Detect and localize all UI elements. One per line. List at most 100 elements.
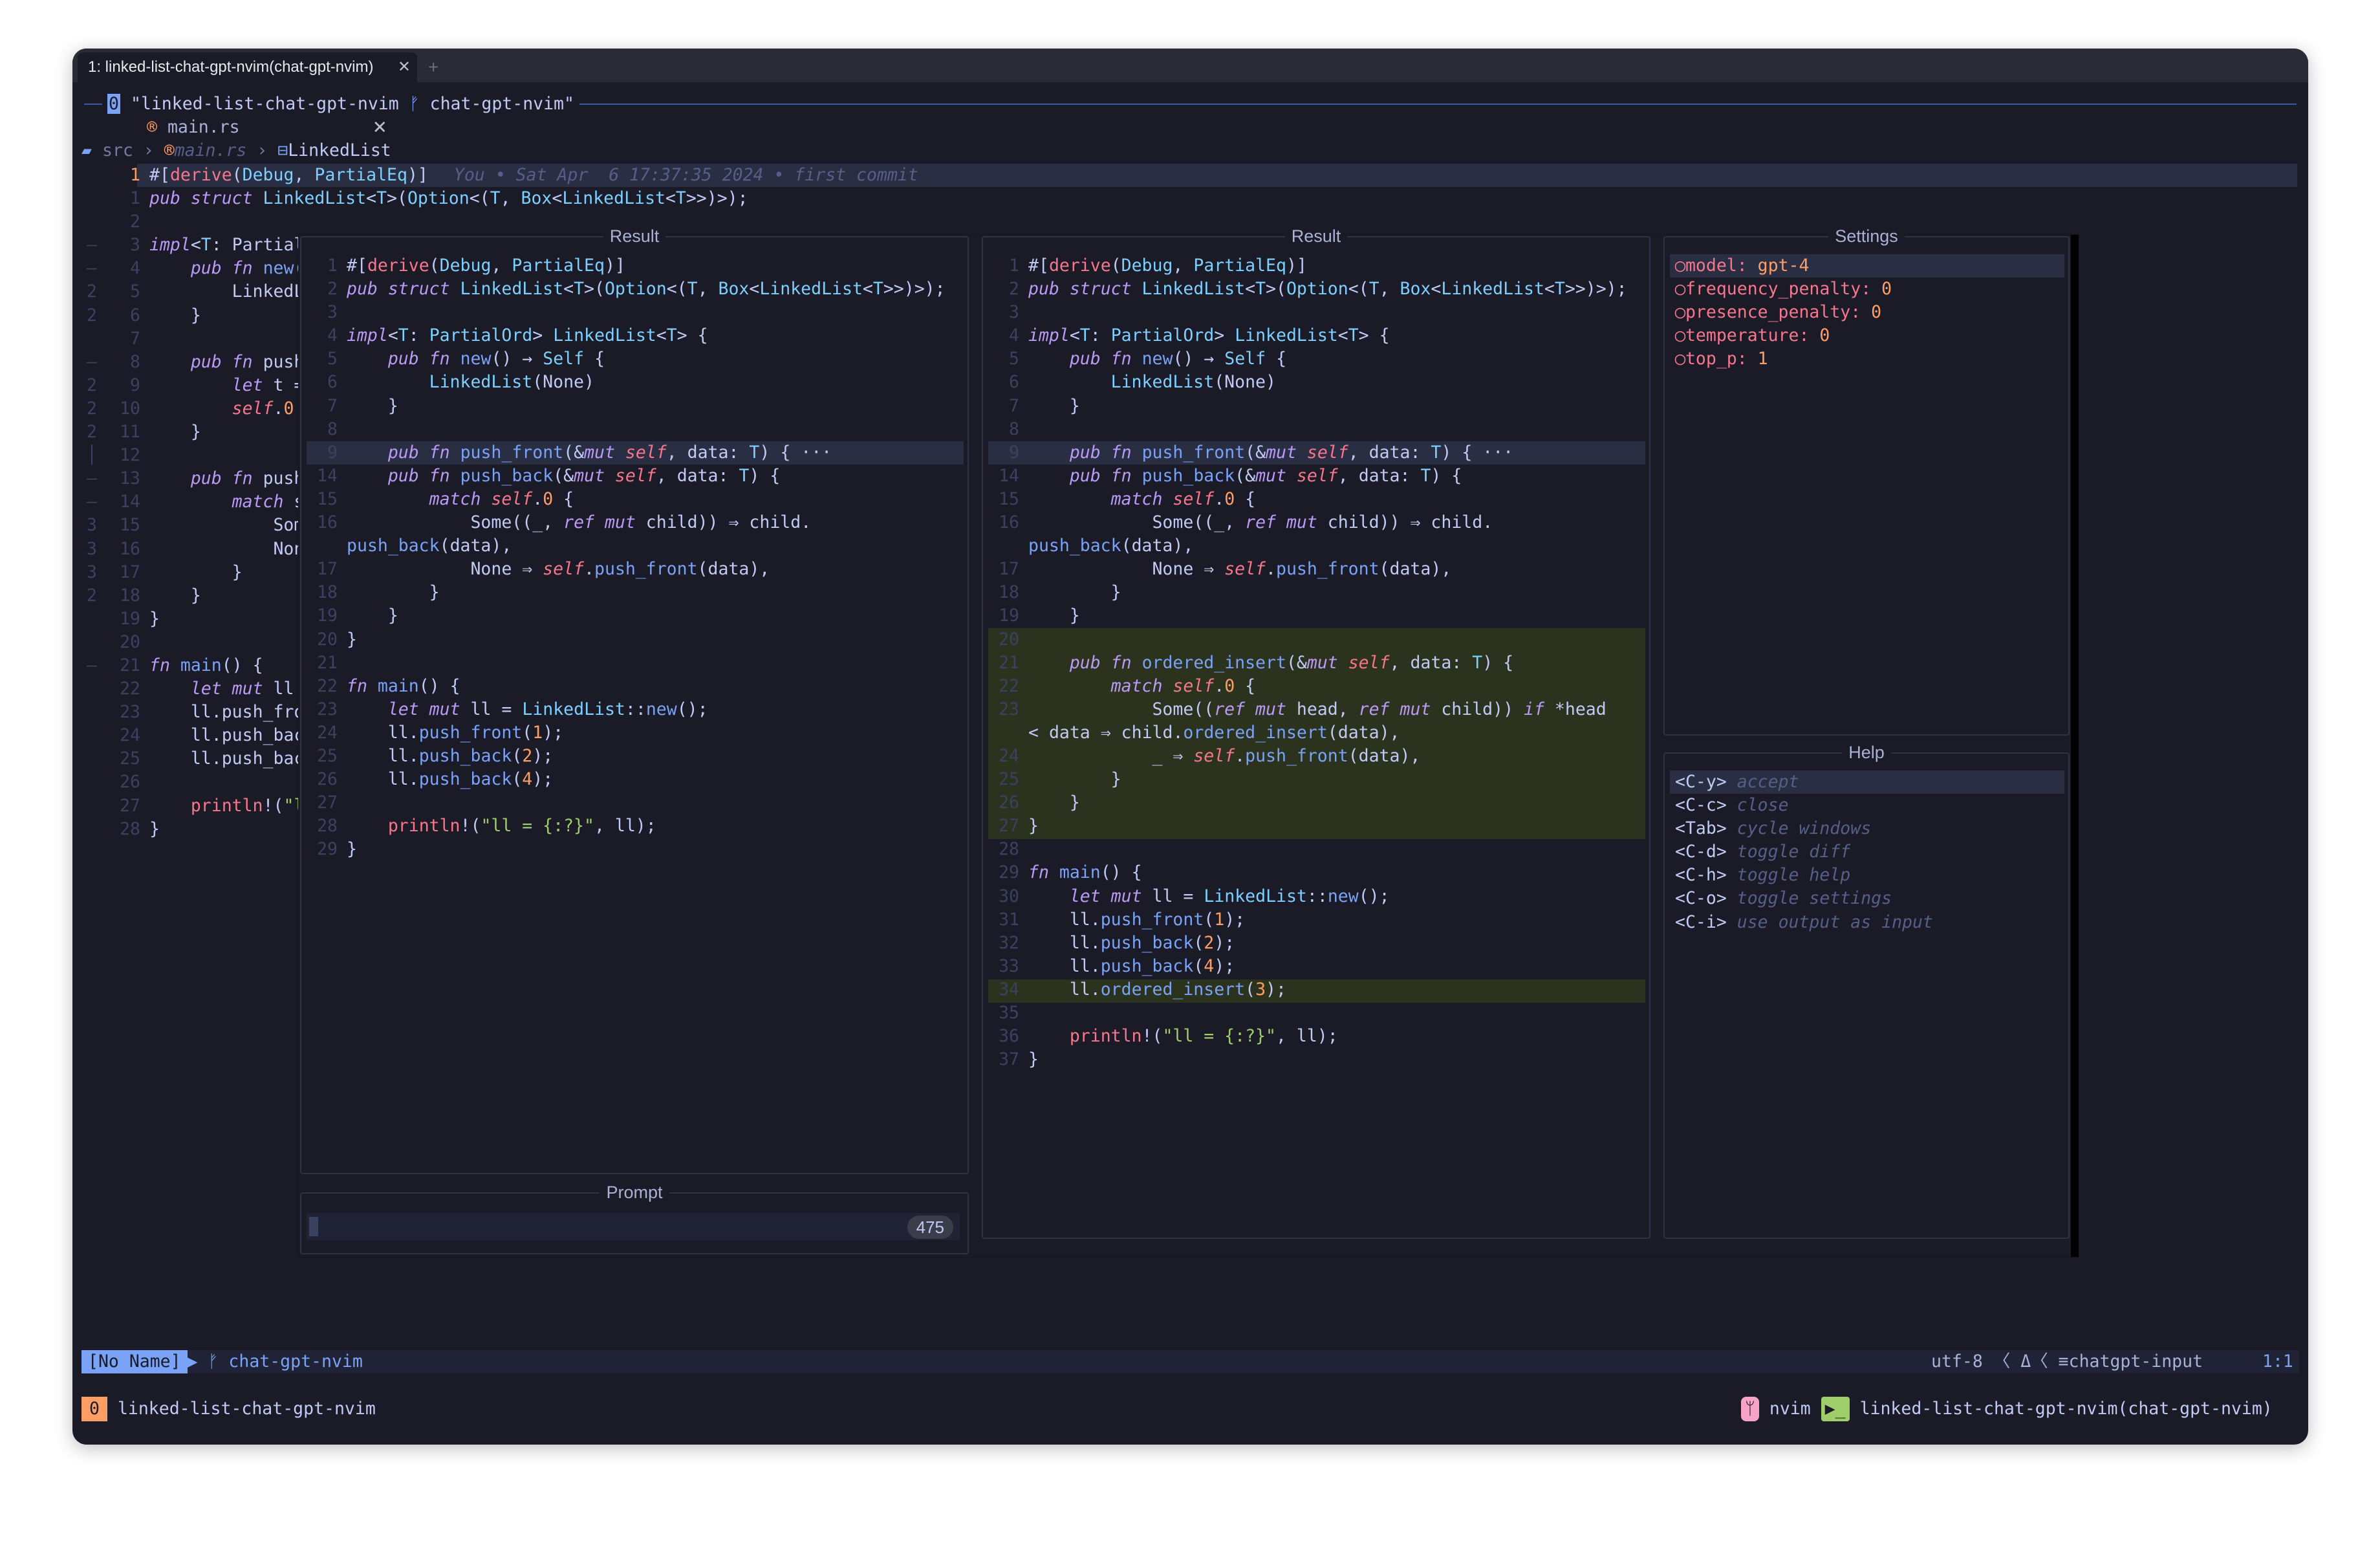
settings-item[interactable]: ◯frequency_penalty: 0 bbox=[1675, 278, 1892, 301]
code-line: 21 pub fn ordered_insert(&mut self, data… bbox=[999, 652, 1514, 673]
code-line: 22 match self.0 { bbox=[999, 675, 1256, 696]
radio-icon: ◯ bbox=[1675, 279, 1685, 300]
result-left-title: Result bbox=[603, 226, 666, 246]
breadcrumb-file[interactable]: main.rs bbox=[175, 140, 247, 160]
code-line: 14 pub fn push_back(&mut self, data: T) … bbox=[317, 465, 781, 486]
tmux-status-session: linked-list-chat-gpt-nvim bbox=[117, 1399, 376, 1419]
close-buffer-icon[interactable]: ✕ bbox=[373, 115, 386, 138]
tmux-branch-name: chat-gpt-nvim" bbox=[429, 94, 574, 114]
linux-icon: Δ bbox=[2020, 1351, 2031, 1372]
code-line: 7 } bbox=[327, 395, 398, 416]
settings-item[interactable]: ◯model: gpt-4 bbox=[1675, 254, 1892, 278]
code-line: 36 println!("ll = {:?}", ll); bbox=[999, 1026, 1338, 1047]
terminal-tab[interactable]: 1: linked-list-chat-gpt-nvim(chat-gpt-nv… bbox=[78, 52, 417, 82]
code-line: 28 println!("ll = {:?}", ll); bbox=[317, 816, 656, 836]
git-blame-text: You • Sat Apr 6 17:37:35 2024 • first co… bbox=[453, 165, 918, 185]
separator-icon: 〈 bbox=[1993, 1351, 2011, 1372]
settings-item[interactable]: ◯presence_penalty: 0 bbox=[1675, 301, 1892, 324]
code-line: 14 pub fn push_back(&mut self, data: T) … bbox=[999, 465, 1462, 486]
code-line: 27 bbox=[317, 792, 338, 813]
code-line: 25 } bbox=[999, 769, 1121, 790]
tmux-window-number: 0 bbox=[107, 94, 120, 114]
code-line: 24 _ ⇒ self.push_front(data), bbox=[999, 745, 1421, 766]
buffer-tab[interactable]: ® main.rs ✕ bbox=[147, 115, 386, 139]
code-line: 15 match self.0 { bbox=[317, 488, 574, 509]
code-line: 31 ll.push_front(1); bbox=[999, 909, 1246, 930]
terminal-icon: ▶_ bbox=[1821, 1397, 1850, 1421]
help-list: <C-y> accept <C-c> close <Tab> cycle windo… bbox=[1675, 770, 1933, 934]
popup-scrollbar[interactable] bbox=[2071, 235, 2079, 1257]
code-line: 1 #[derive(Debug, PartialEq)] bbox=[327, 256, 625, 276]
prompt-pane[interactable]: Prompt 475 bbox=[300, 1183, 969, 1254]
radio-icon: ◯ bbox=[1675, 302, 1685, 323]
code-line: 4 impl<T: PartialOrd> LinkedList<T> { bbox=[327, 325, 708, 346]
breadcrumb-symbol[interactable]: LinkedList bbox=[288, 140, 391, 160]
result-right-code: 1 #[derive(Debug, PartialEq)] 2 pub struct … bbox=[987, 254, 1627, 1071]
code-line: 1 pub struct LinkedList<T>(Option<(T, Box… bbox=[130, 188, 748, 209]
code-line: 9 pub fn push_front(&mut self, data: T) … bbox=[327, 442, 832, 463]
code-line: 1 #[derive(Debug, PartialEq)] bbox=[1009, 256, 1307, 276]
code-line: push_back(data), bbox=[347, 536, 512, 556]
powerline-arrow-icon: ▶ bbox=[187, 1351, 198, 1372]
radio-icon: ◯ bbox=[1675, 325, 1685, 346]
new-tab-button[interactable]: + bbox=[428, 52, 438, 82]
terminal-window: 1: linked-list-chat-gpt-nvim(chat-gpt-nv… bbox=[72, 49, 2308, 1445]
prompt-title: Prompt bbox=[600, 1183, 669, 1202]
help-item: <C-i> use output as input bbox=[1675, 912, 1933, 932]
tmux-session-name: "linked-list-chat-gpt-nvim bbox=[130, 94, 399, 114]
help-item: <C-h> toggle help bbox=[1675, 865, 1851, 886]
settings-title: Settings bbox=[1828, 226, 1905, 246]
nvim-statusline: [No Name] ▶ ᚠ chat-gpt-nvim utf-8 〈 Δ〈 ≡c… bbox=[81, 1350, 2299, 1373]
code-line: 33 ll.push_back(4); bbox=[999, 956, 1235, 976]
settings-item[interactable]: ◯temperature: 0 bbox=[1675, 324, 1892, 347]
code-line: 7 } bbox=[1009, 395, 1080, 416]
help-item: <Tab> cycle windows bbox=[1675, 818, 1872, 839]
code-line: 5 pub fn new() → Self { bbox=[1009, 349, 1287, 369]
code-line: 15 match self.0 { bbox=[999, 488, 1256, 509]
result-pane-right[interactable]: Result 1 #[derive(Debug, PartialEq)] 2 pub … bbox=[982, 226, 1650, 1239]
result-pane-left[interactable]: Result 1 #[derive(Debug, PartialEq)] 2 pub … bbox=[300, 226, 969, 1174]
code-line: 32 ll.push_back(2); bbox=[999, 932, 1235, 953]
code-line: 16 Some((_, ref mut child)) ⇒ child. bbox=[317, 512, 812, 533]
chatgpt-popup: Result 1 #[derive(Debug, PartialEq)] 2 pub … bbox=[299, 226, 2079, 1257]
prompt-token-count: 475 bbox=[907, 1216, 953, 1239]
code-line: 34 ll.ordered_insert(3); bbox=[999, 979, 1286, 1000]
code-line: 6 LinkedList(None) bbox=[1009, 372, 1276, 393]
terminal-tabbar: 1: linked-list-chat-gpt-nvim(chat-gpt-nv… bbox=[72, 49, 2308, 82]
breadcrumb-src[interactable]: src bbox=[102, 140, 133, 160]
code-line: 4 impl<T: PartialOrd> LinkedList<T> { bbox=[1009, 325, 1390, 346]
help-item: <C-d> toggle diff bbox=[1675, 842, 1851, 862]
prompt-input[interactable] bbox=[307, 1213, 960, 1240]
code-line: 22 fn main() { bbox=[317, 675, 460, 696]
result-left-code: 1 #[derive(Debug, PartialEq)] 2 pub struct … bbox=[305, 254, 946, 861]
code-line: 17 None ⇒ self.push_front(data), bbox=[999, 559, 1452, 580]
code-line: 30 let mut ll = LinkedList::new(); bbox=[999, 886, 1390, 906]
code-line: 5 pub fn new() → Self { bbox=[327, 349, 605, 369]
tmux-statusline: 0 linked-list-chat-gpt-nvim ᛘ nvim ▶_ li… bbox=[72, 1397, 2308, 1421]
settings-list: ◯model: gpt-4 ◯frequency_penalty: 0 ◯prese… bbox=[1675, 254, 1892, 371]
git-branch-icon: ᚠ bbox=[208, 1351, 219, 1372]
code-line: 3 bbox=[1009, 302, 1019, 323]
buffer-tab-filename: main.rs bbox=[167, 117, 240, 137]
close-tab-icon[interactable]: ✕ bbox=[398, 52, 411, 82]
code-line: 6 LinkedList(None) bbox=[327, 372, 594, 393]
settings-item[interactable]: ◯top_p: 1 bbox=[1675, 347, 1892, 371]
tmux-title-bar: 0 "linked-list-chat-gpt-nvim ᚠ chat-gpt-… bbox=[84, 93, 2297, 116]
code-line: 20} bbox=[317, 629, 357, 650]
code-line: 26 ll.push_back(4); bbox=[317, 769, 554, 790]
tmux-status-window[interactable]: 0 bbox=[81, 1397, 107, 1421]
code-line: 20 bbox=[999, 629, 1019, 650]
code-line: 29 fn main() { bbox=[999, 862, 1142, 883]
settings-pane[interactable]: Settings ◯model: gpt-4 ◯frequency_penalty… bbox=[1663, 226, 2070, 736]
tmux-status-pane-title: linked-list-chat-gpt-nvim(chat-gpt-nvim) bbox=[1859, 1399, 2273, 1419]
filetype-icon: ≡ bbox=[2058, 1351, 2069, 1372]
code-line: 29} bbox=[317, 839, 357, 860]
code-line: 8 bbox=[327, 419, 338, 439]
code-line: 37} bbox=[999, 1049, 1039, 1070]
tmux-status-app: nvim bbox=[1769, 1399, 1811, 1419]
code-line: 23 let mut ll = LinkedList::new(); bbox=[317, 699, 708, 719]
help-pane[interactable]: Help <C-y> accept <C-c> close <Tab> cycle … bbox=[1663, 743, 2070, 1239]
git-branch-icon: ᚠ bbox=[409, 94, 420, 114]
struct-icon: ⊟ bbox=[277, 140, 288, 160]
code-line: 1 #[derive(Debug, PartialEq)] You • Sat Ap… bbox=[130, 165, 918, 185]
